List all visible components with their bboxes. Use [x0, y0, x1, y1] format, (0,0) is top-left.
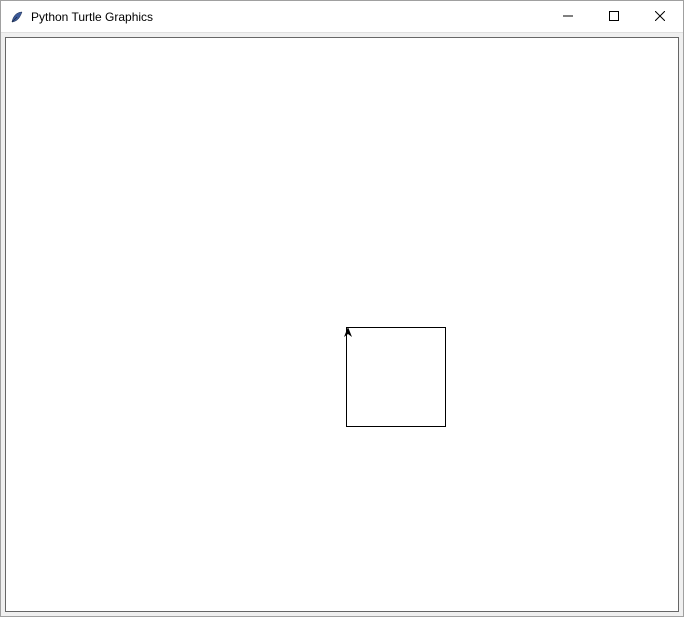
drawn-square — [346, 327, 446, 427]
close-button[interactable] — [637, 1, 683, 32]
maximize-icon — [609, 9, 619, 24]
window-controls — [545, 1, 683, 32]
window-title: Python Turtle Graphics — [31, 10, 545, 24]
close-icon — [655, 9, 665, 24]
app-window: Python Turtle Graphics — [0, 0, 684, 617]
canvas-container — [1, 33, 683, 616]
turtle-canvas — [5, 37, 679, 612]
minimize-button[interactable] — [545, 1, 591, 32]
titlebar[interactable]: Python Turtle Graphics — [1, 1, 683, 33]
minimize-icon — [563, 9, 573, 24]
feather-icon — [9, 9, 25, 25]
turtle-cursor-icon — [342, 326, 354, 341]
maximize-button[interactable] — [591, 1, 637, 32]
